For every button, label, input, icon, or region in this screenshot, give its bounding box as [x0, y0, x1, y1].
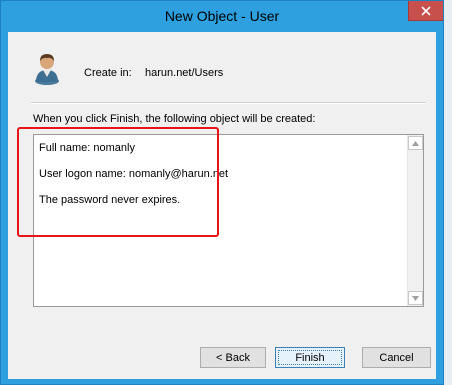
arrow-down-icon — [412, 295, 419, 301]
window-title: New Object - User — [164, 8, 280, 24]
info-text: When you click Finish, the following obj… — [33, 113, 316, 125]
title-bar[interactable]: New Object - User — [1, 1, 443, 32]
highlight-annotation — [17, 127, 219, 237]
cancel-button[interactable]: Cancel — [362, 347, 431, 368]
close-button[interactable] — [408, 1, 443, 21]
scroll-up-button[interactable] — [408, 136, 423, 150]
dialog-window: New Object - User Create in: harun.net/U… — [0, 0, 444, 385]
create-in-path: harun.net/Users — [145, 67, 224, 79]
dialog-body: Create in: harun.net/Users When you clic… — [8, 32, 436, 379]
arrow-up-icon — [412, 140, 419, 146]
close-icon — [421, 5, 431, 16]
vertical-scrollbar[interactable] — [407, 135, 423, 306]
back-button[interactable]: < Back — [200, 347, 266, 368]
scroll-down-button[interactable] — [408, 291, 423, 305]
background-desktop — [444, 0, 452, 385]
create-in-label: Create in: — [84, 67, 132, 79]
user-icon — [35, 54, 59, 85]
finish-button[interactable]: Finish — [275, 347, 345, 368]
divider — [31, 102, 426, 104]
